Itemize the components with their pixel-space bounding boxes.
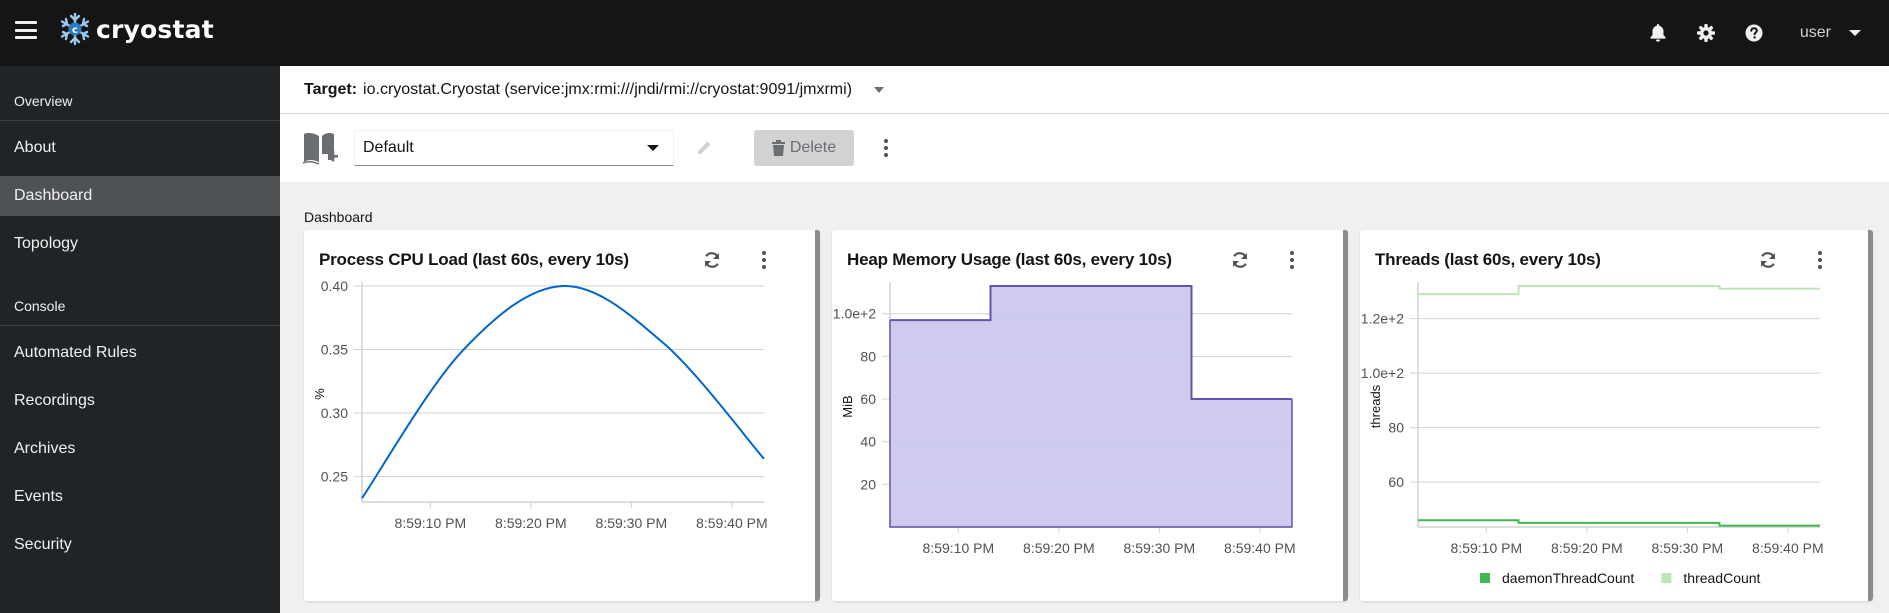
y-tick-label: 0.25 [321, 469, 348, 485]
rename-layout-button[interactable] [692, 136, 716, 160]
target-label: Target: [304, 80, 358, 98]
sidebar-item-automated-rules[interactable]: Automated Rules [0, 333, 280, 373]
legend-swatch-daemonThreadCount [1480, 573, 1490, 583]
x-tick-label: 8:59:40 PM [1752, 540, 1824, 556]
target-caret-down-icon[interactable] [874, 86, 885, 93]
x-tick-label: 8:59:20 PM [1551, 540, 1623, 556]
dashboard-toolbar: Default Delete [280, 114, 1889, 182]
snowflake-logo-icon: c [60, 12, 90, 46]
new-layout-book-icon[interactable] [302, 130, 340, 166]
sidebar-item-dashboard[interactable]: Dashboard [0, 176, 280, 216]
area-fill-heapUsed [890, 286, 1292, 527]
y-tick-label: 0.40 [321, 278, 348, 294]
legend-swatch-threadCount [1661, 573, 1672, 583]
y-tick-label: 1.0e+2 [1361, 365, 1404, 381]
y-tick-label: 80 [1388, 420, 1404, 436]
user-menu[interactable]: user [1800, 24, 1861, 42]
x-tick-label: 8:59:20 PM [1023, 540, 1095, 556]
caret-down-icon [647, 145, 659, 151]
sidebar-item-archives[interactable]: Archives [0, 429, 280, 469]
nav-section-console: Console [0, 278, 280, 326]
y-tick-label: 60 [860, 391, 876, 407]
y-tick-label: 1.2e+2 [1361, 311, 1404, 327]
y-tick-label: 0.35 [321, 342, 348, 358]
settings-button[interactable] [1682, 9, 1730, 57]
x-tick-label: 8:59:20 PM [495, 515, 567, 531]
x-tick-label: 8:59:10 PM [1451, 540, 1523, 556]
legend-label-threadCount: threadCount [1683, 570, 1760, 586]
sidebar-item-events[interactable]: Events [0, 477, 280, 517]
dashboard-label: Dashboard [304, 209, 373, 225]
x-tick-label: 8:59:30 PM [1124, 540, 1196, 556]
bell-icon [1650, 24, 1666, 42]
sidebar-item-about[interactable]: About [0, 128, 280, 168]
series-line-threadCount [1418, 285, 1820, 296]
heap-memory-chart: 20 40 60 80 1.0e+2 8:59:10 PM 8:59:20 PM 8:59:3… [833, 282, 1296, 556]
nav-section-overview: Overview [0, 66, 280, 121]
chart-card-threads: Threads (last 60s, every 10s) 60 80 1.0e+2… [1360, 230, 1873, 601]
y-tick-label: 80 [860, 348, 876, 364]
y-axis-label: % [312, 388, 327, 400]
y-tick-label: 20 [860, 476, 876, 492]
brand-logo[interactable]: c cryostat [60, 12, 214, 46]
y-tick-label: 60 [1388, 474, 1404, 490]
y-axis-label: MiB [840, 395, 855, 417]
x-tick-label: 8:59:10 PM [395, 515, 467, 531]
help-button[interactable] [1730, 9, 1778, 57]
sidebar-item-topology[interactable]: Topology [0, 224, 280, 264]
y-tick-label: 0.30 [321, 405, 348, 421]
sidebar-item-recordings[interactable]: Recordings [0, 381, 280, 421]
series-line-processCpuLoad [361, 284, 765, 499]
x-tick-label: 8:59:30 PM [1652, 540, 1724, 556]
y-axis-label: threads [1368, 384, 1383, 428]
svg-text:c: c [72, 25, 78, 36]
pencil-icon [698, 141, 711, 154]
chart-card-cpu-load: Process CPU Load (last 60s, every 10s) 0… [304, 230, 820, 601]
layout-select-value: Default [363, 139, 414, 156]
gear-icon [1696, 24, 1715, 42]
trash-icon [771, 140, 785, 156]
series-line-daemonThreadCount [1418, 519, 1820, 527]
x-tick-label: 8:59:10 PM [923, 540, 995, 556]
brand-name: cryostat [96, 14, 214, 44]
x-tick-label: 8:59:40 PM [1224, 540, 1296, 556]
target-select[interactable]: io.cryostat.Cryostat (service:jmx:rmi://… [363, 81, 852, 99]
legend-label-daemonThreadCount: daemonThreadCount [1502, 570, 1634, 586]
main-content: Target: io.cryostat.Cryostat (service:jm… [280, 66, 1889, 613]
notifications-button[interactable] [1634, 9, 1682, 57]
sidebar-item-security[interactable]: Security [0, 525, 280, 565]
y-tick-label: 1.0e+2 [833, 306, 876, 322]
help-icon [1745, 24, 1763, 42]
threads-chart: 60 80 1.0e+2 1.2e+2 8:59:10 PM 8:59:20 PM 8:59… [1361, 282, 1824, 586]
masthead: c cryostat user [0, 0, 1889, 66]
hamburger-menu-icon[interactable] [15, 21, 37, 41]
caret-down-icon [1849, 30, 1861, 36]
delete-label: Delete [789, 139, 837, 156]
delete-layout-button[interactable]: Delete [754, 130, 854, 166]
toolbar-kebab-menu-icon[interactable] [878, 136, 894, 160]
chart-card-heap-memory: Heap Memory Usage (last 60s, every 10s) … [832, 230, 1348, 601]
x-tick-label: 8:59:40 PM [696, 515, 768, 531]
user-name: user [1799, 24, 1831, 41]
x-tick-label: 8:59:30 PM [596, 515, 668, 531]
target-select-bar: Target: io.cryostat.Cryostat (service:jm… [280, 66, 1889, 114]
y-tick-label: 40 [860, 434, 876, 450]
cpu-load-chart: 0.25 0.30 0.35 0.40 8:59:10 PM 8:59:20 PM 8:59… [312, 278, 768, 531]
layout-select[interactable]: Default [354, 130, 674, 166]
sidebar: Overview About Dashboard Topology Consol… [0, 66, 280, 613]
